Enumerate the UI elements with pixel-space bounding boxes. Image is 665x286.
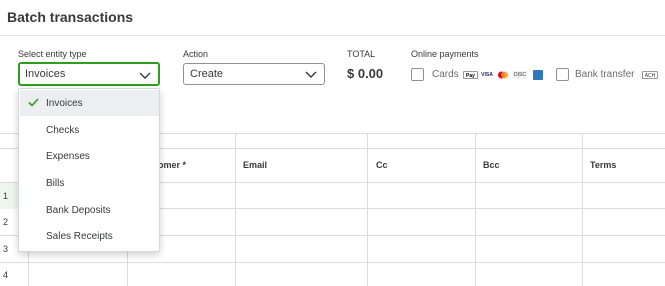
column-header-email: Email [243, 160, 268, 170]
apple-pay-icon: Pay [463, 71, 478, 79]
check-icon [28, 98, 39, 107]
action-label: Action [183, 49, 209, 59]
action-value: Create [190, 68, 224, 80]
dropdown-option-label: Bank Deposits [46, 204, 111, 216]
column-header-cc: Cc [376, 160, 388, 170]
mastercard-icon [497, 71, 509, 79]
chevron-down-icon [305, 71, 317, 78]
row-number[interactable]: 4 [0, 263, 28, 286]
dropdown-option-sales-receipts[interactable]: Sales Receipts [20, 223, 159, 249]
header-divider [0, 35, 665, 36]
column-header-customer: omer * [158, 160, 187, 170]
total-amount: $ 0.00 [347, 66, 384, 81]
total-label: TOTAL [347, 49, 376, 59]
visa-icon: VISA [480, 71, 494, 79]
action-select[interactable]: Create [183, 63, 325, 85]
cards-label: Cards [432, 69, 459, 80]
dropdown-option-label: Expenses [46, 150, 90, 162]
column-header-bcc: Bcc [483, 160, 500, 170]
discover-icon: DISC [512, 71, 528, 79]
dropdown-option-checks[interactable]: Checks [20, 117, 159, 143]
dropdown-option-label: Bills [46, 177, 65, 189]
dropdown-option-bills[interactable]: Bills [20, 170, 159, 196]
entity-type-value: Invoices [25, 68, 66, 80]
entity-type-label: Select entity type [18, 49, 87, 59]
chevron-down-icon [139, 72, 151, 79]
online-payments-label: Online payments [411, 49, 479, 59]
column-header-terms: Terms [590, 160, 617, 170]
dropdown-option-label: Checks [46, 124, 80, 136]
grid-col-line [367, 133, 368, 286]
dropdown-option-label: Invoices [46, 97, 83, 109]
entity-type-select[interactable]: Invoices [18, 62, 160, 86]
dropdown-option-expenses[interactable]: Expenses [20, 143, 159, 169]
page-title: Batch transactions [7, 9, 134, 25]
grid-row-line [0, 262, 665, 263]
dropdown-option-invoices[interactable]: Invoices [20, 90, 159, 116]
grid-col-line [235, 133, 236, 286]
grid-col-line [582, 133, 583, 286]
ach-icon: ACH [642, 71, 658, 79]
grid-col-line [475, 133, 476, 286]
dropdown-option-label: Sales Receipts [46, 230, 113, 242]
dropdown-option-bank-deposits[interactable]: Bank Deposits [20, 197, 159, 223]
entity-type-dropdown: Invoices Checks Expenses Bills Bank Depo… [18, 88, 160, 252]
bank-transfer-label: Bank transfer [575, 69, 635, 80]
bank-transfer-checkbox[interactable] [556, 68, 569, 81]
amex-icon [533, 70, 543, 80]
cards-checkbox[interactable] [411, 68, 424, 81]
